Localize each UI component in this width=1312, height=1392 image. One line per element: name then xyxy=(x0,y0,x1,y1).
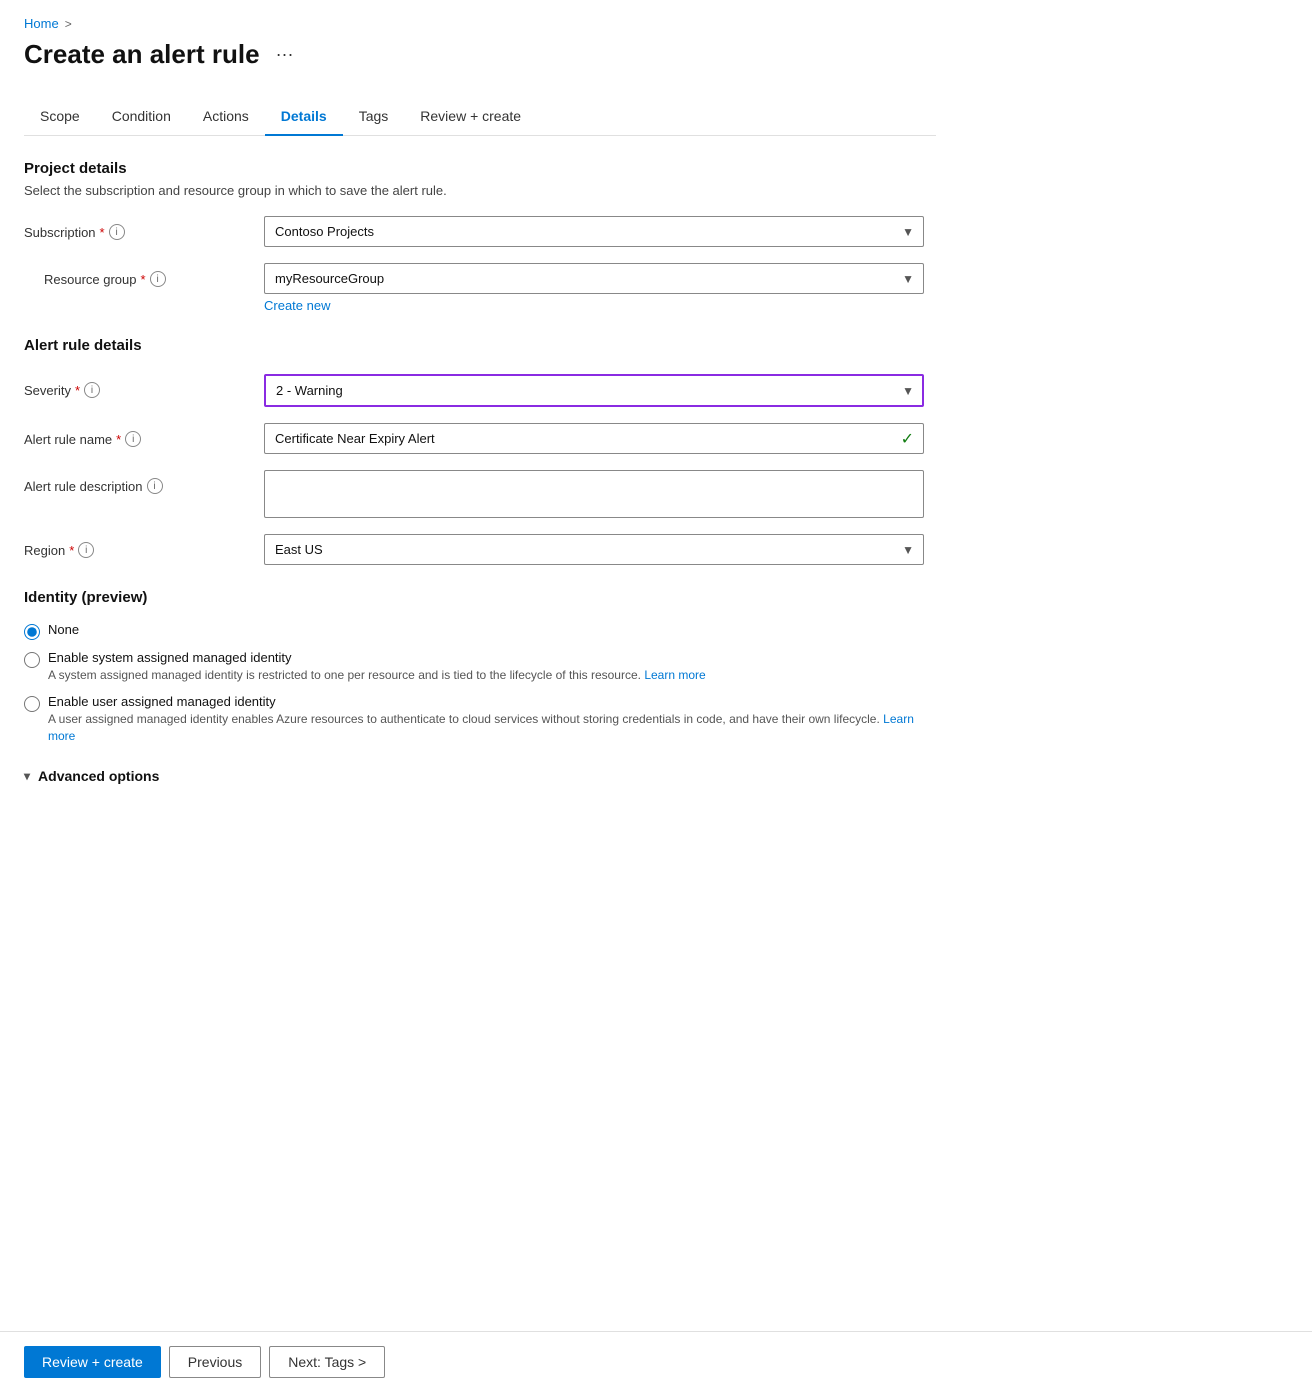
resource-group-select[interactable]: myResourceGroup xyxy=(264,263,924,294)
region-required: * xyxy=(69,543,74,558)
subscription-select-wrapper: Contoso Projects ▼ xyxy=(264,216,924,247)
region-row: Region * i East US ▼ xyxy=(24,534,936,565)
footer-bar: Review + create Previous Next: Tags > xyxy=(0,1331,1312,1392)
alert-rule-details-section: Alert rule details Severity * i 2 - Warn… xyxy=(24,337,936,565)
advanced-options-label: Advanced options xyxy=(38,768,159,784)
alert-rule-name-required: * xyxy=(116,432,121,447)
identity-system-assigned-desc: A system assigned managed identity is re… xyxy=(48,667,706,684)
identity-none-radio[interactable] xyxy=(24,624,40,640)
identity-user-assigned-desc: A user assigned managed identity enables… xyxy=(48,711,936,745)
alert-rule-name-info-icon[interactable]: i xyxy=(125,431,141,447)
severity-required: * xyxy=(75,383,80,398)
identity-radio-group: None Enable system assigned managed iden… xyxy=(24,622,936,744)
region-label: Region * i xyxy=(24,534,264,558)
tab-details[interactable]: Details xyxy=(265,98,343,136)
breadcrumb-home[interactable]: Home xyxy=(24,16,59,31)
alert-rule-description-input[interactable] xyxy=(264,470,924,518)
identity-user-assigned-item: Enable user assigned managed identity A … xyxy=(24,694,936,745)
region-control: East US ▼ xyxy=(264,534,924,565)
alert-rule-details-title: Alert rule details xyxy=(24,337,936,354)
alert-rule-name-input-wrap: ✓ xyxy=(264,423,924,454)
subscription-control: Contoso Projects ▼ xyxy=(264,216,924,247)
subscription-select[interactable]: Contoso Projects xyxy=(264,216,924,247)
resource-group-control: myResourceGroup ▼ Create new xyxy=(264,263,924,313)
identity-system-assigned-radio[interactable] xyxy=(24,652,40,668)
alert-rule-description-info-icon[interactable]: i xyxy=(147,478,163,494)
alert-rule-description-label: Alert rule description i xyxy=(24,470,264,494)
severity-label: Severity * i xyxy=(24,374,264,398)
ellipsis-button[interactable]: ··· xyxy=(270,42,300,67)
advanced-options-toggle[interactable]: ▾ Advanced options xyxy=(24,768,936,784)
identity-none-item: None xyxy=(24,622,936,640)
tab-condition[interactable]: Condition xyxy=(96,98,187,136)
tab-actions[interactable]: Actions xyxy=(187,98,265,136)
next-tags-button[interactable]: Next: Tags > xyxy=(269,1346,385,1378)
alert-rule-name-control: ✓ xyxy=(264,423,924,454)
alert-rule-description-control xyxy=(264,470,924,518)
severity-select-wrapper: 2 - Warning 0 - Critical 1 - Error 3 - I… xyxy=(264,374,924,407)
tabs-nav: Scope Condition Actions Details Tags Rev… xyxy=(24,98,936,136)
create-new-link[interactable]: Create new xyxy=(264,298,330,313)
tab-tags[interactable]: Tags xyxy=(343,98,405,136)
project-details-section: Project details Select the subscription … xyxy=(24,160,936,313)
resource-group-row: Resource group * i myResourceGroup ▼ Cre… xyxy=(24,263,936,313)
review-create-button[interactable]: Review + create xyxy=(24,1346,161,1378)
identity-system-assigned-label-wrap: Enable system assigned managed identity … xyxy=(48,650,706,684)
subscription-row: Subscription * i Contoso Projects ▼ xyxy=(24,216,936,247)
identity-user-assigned-label-wrap: Enable user assigned managed identity A … xyxy=(48,694,936,745)
region-info-icon[interactable]: i xyxy=(78,542,94,558)
resource-group-select-wrapper: myResourceGroup ▼ xyxy=(264,263,924,294)
page-title-row: Create an alert rule ··· xyxy=(24,39,936,70)
identity-system-assigned-item: Enable system assigned managed identity … xyxy=(24,650,936,684)
system-assigned-learn-more-link[interactable]: Learn more xyxy=(644,668,705,682)
resource-group-required: * xyxy=(141,272,146,287)
alert-rule-name-input[interactable] xyxy=(264,423,924,454)
identity-none-label: None xyxy=(48,622,79,637)
breadcrumb-separator: > xyxy=(65,17,72,31)
alert-rule-name-check-icon: ✓ xyxy=(901,429,914,449)
alert-rule-name-label: Alert rule name * i xyxy=(24,423,264,447)
severity-control: 2 - Warning 0 - Critical 1 - Error 3 - I… xyxy=(264,374,924,407)
breadcrumb: Home > xyxy=(24,16,936,31)
alert-rule-description-row: Alert rule description i xyxy=(24,470,936,518)
subscription-required: * xyxy=(100,225,105,240)
region-select-wrapper: East US ▼ xyxy=(264,534,924,565)
alert-rule-name-row: Alert rule name * i ✓ xyxy=(24,423,936,454)
identity-user-assigned-label: Enable user assigned managed identity xyxy=(48,694,936,709)
tab-scope[interactable]: Scope xyxy=(24,98,96,136)
identity-section: Identity (preview) None Enable system as… xyxy=(24,589,936,784)
subscription-label: Subscription * i xyxy=(24,216,264,240)
project-details-desc: Select the subscription and resource gro… xyxy=(24,183,936,198)
project-details-title: Project details xyxy=(24,160,936,177)
severity-select[interactable]: 2 - Warning 0 - Critical 1 - Error 3 - I… xyxy=(264,374,924,407)
severity-row: Severity * i 2 - Warning 0 - Critical 1 … xyxy=(24,374,936,407)
identity-none-label-wrap: None xyxy=(48,622,79,637)
resource-group-info-icon[interactable]: i xyxy=(150,271,166,287)
page-title: Create an alert rule xyxy=(24,39,260,70)
severity-info-icon[interactable]: i xyxy=(84,382,100,398)
collapse-icon: ▾ xyxy=(24,769,30,783)
previous-button[interactable]: Previous xyxy=(169,1346,261,1378)
identity-title: Identity (preview) xyxy=(24,589,936,606)
identity-system-assigned-label: Enable system assigned managed identity xyxy=(48,650,706,665)
resource-group-label: Resource group * i xyxy=(24,263,264,287)
subscription-info-icon[interactable]: i xyxy=(109,224,125,240)
region-select[interactable]: East US xyxy=(264,534,924,565)
tab-review-create[interactable]: Review + create xyxy=(404,98,537,136)
identity-user-assigned-radio[interactable] xyxy=(24,696,40,712)
